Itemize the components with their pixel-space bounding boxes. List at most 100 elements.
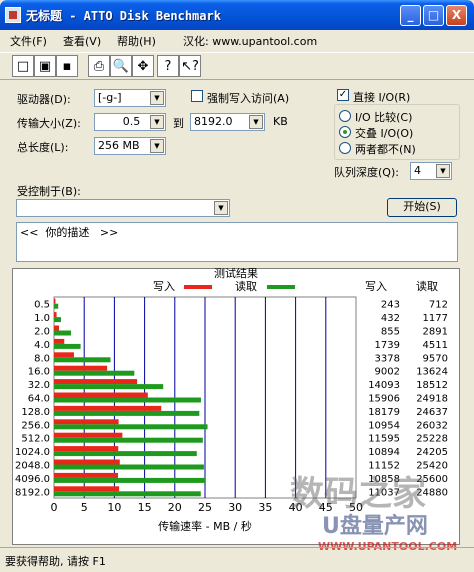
menu-view[interactable]: 查看(V): [63, 33, 101, 49]
chevron-down-icon: ▼: [249, 115, 263, 129]
neither-radio[interactable]: [339, 142, 351, 154]
write-bar: [54, 459, 120, 465]
open-icon[interactable]: ▣: [34, 55, 56, 77]
read-value-label: 25228: [416, 434, 448, 445]
context-help-icon[interactable]: ↖?: [179, 55, 201, 77]
read-value-label: 712: [429, 300, 448, 311]
y-tick-labels: 0.5 1.0 2.0 4.0 8.0 16.0 32.0 64.0 128.0 256.0 512…: [15, 300, 50, 499]
read-bar: [54, 424, 208, 430]
queue-depth-select[interactable]: 4 ▼: [410, 162, 452, 180]
read-bar: [54, 437, 203, 443]
write-column-header: 写入: [365, 280, 387, 293]
read-bar: [54, 330, 72, 336]
x-tick-label: 30: [228, 501, 242, 514]
total-length-select[interactable]: 256 MB ▼: [94, 137, 166, 155]
write-value-label: 10954: [368, 420, 400, 431]
y-tick-label: 128.0: [21, 407, 50, 418]
read-value-label: 13624: [416, 367, 448, 378]
read-value-label: 24918: [416, 394, 448, 405]
drive-select[interactable]: [-g-] ▼: [94, 89, 166, 107]
y-tick-label: 8192.0: [15, 487, 50, 498]
y-tick-label: 512.0: [21, 434, 50, 445]
write-bar: [54, 432, 123, 438]
chevron-down-icon: ▼: [150, 91, 164, 105]
x-tick-label: 15: [138, 501, 152, 514]
read-bar: [54, 384, 164, 390]
total-length-label: 总长度(L):: [17, 141, 69, 154]
transfer-from-select[interactable]: 0.5 ▼: [94, 113, 166, 131]
overlap-io-radio[interactable]: [339, 126, 351, 138]
minimize-button[interactable]: _: [400, 5, 421, 26]
y-tick-label: 4096.0: [15, 474, 50, 485]
read-bar: [54, 370, 135, 376]
menu-file[interactable]: 文件(F): [10, 33, 47, 49]
bars: [54, 298, 208, 497]
read-bar: [54, 357, 111, 363]
x-tick-label: 35: [258, 501, 272, 514]
move-icon[interactable]: ✥: [132, 55, 154, 77]
status-text: 要获得帮助, 请按 F1: [5, 555, 106, 568]
save-icon[interactable]: ▪: [56, 55, 78, 77]
x-tick-label: 20: [168, 501, 182, 514]
neither-label: 两者都不(N): [355, 143, 416, 156]
chevron-down-icon: ▼: [436, 164, 450, 178]
io-compare-label: I/O 比较(C): [355, 111, 413, 124]
read-bar: [54, 451, 197, 457]
x-tick-label: 5: [81, 501, 88, 514]
read-bar: [54, 343, 81, 349]
y-tick-label: 64.0: [28, 394, 50, 405]
y-tick-label: 16.0: [28, 367, 50, 378]
overlap-io-label: 交叠 I/O(O): [355, 127, 414, 140]
force-write-checkbox[interactable]: [191, 90, 203, 102]
legend-write-label: 写入: [153, 280, 175, 293]
y-tick-label: 1.0: [34, 313, 50, 324]
legend-read-swatch: [267, 285, 295, 289]
write-bar: [54, 338, 65, 344]
transfer-from-value: 0.5: [122, 115, 141, 128]
write-bar: [54, 312, 57, 318]
transfer-to-value: 8192.0: [194, 115, 233, 128]
transfer-to-select[interactable]: 8192.0 ▼: [190, 113, 265, 131]
read-value-label: 24205: [416, 447, 448, 458]
chevron-down-icon: ▼: [150, 139, 164, 153]
read-value-label: 9570: [423, 353, 448, 364]
close-button[interactable]: X: [446, 5, 467, 26]
print-preview-icon[interactable]: 🔍: [110, 55, 132, 77]
read-bar: [54, 491, 201, 497]
write-value-label: 11595: [368, 434, 400, 445]
write-bar: [54, 365, 108, 371]
controlled-by-label: 受控制于(B):: [17, 185, 81, 198]
write-value-label: 14093: [368, 380, 400, 391]
transfer-unit: KB: [273, 115, 288, 128]
force-write-label: 强制写入访问(A): [207, 92, 290, 105]
start-button[interactable]: 开始(S): [387, 198, 457, 217]
y-tick-label: 1024.0: [15, 447, 50, 458]
menu-help[interactable]: 帮助(H): [117, 33, 156, 49]
app-icon: [5, 7, 21, 23]
write-bar: [54, 298, 56, 304]
legend-write-swatch: [184, 285, 212, 289]
drive-label: 驱动器(D):: [17, 93, 71, 106]
maximize-button[interactable]: □: [423, 5, 444, 26]
read-value-label: 24637: [416, 407, 448, 418]
new-icon[interactable]: □: [12, 55, 34, 77]
print-icon[interactable]: ⎙: [88, 55, 110, 77]
window-title: 无标题 - ATTO Disk Benchmark: [26, 9, 221, 23]
read-bar: [54, 317, 61, 323]
read-value-label: 1177: [423, 313, 448, 324]
legend-read-label: 读取: [235, 279, 257, 293]
chevron-down-icon: ▼: [150, 115, 164, 129]
write-value-label: 10894: [368, 447, 400, 458]
write-value-label: 3378: [375, 353, 400, 364]
write-bar: [54, 325, 60, 331]
read-value-label: 18512: [416, 380, 448, 391]
controlled-by-select[interactable]: ▼: [16, 199, 230, 217]
direct-io-checkbox[interactable]: ✓: [337, 89, 349, 101]
read-value-label: 4511: [423, 340, 448, 351]
menu-credit: 汉化: www.upantool.com: [183, 35, 318, 48]
queue-depth-label: 队列深度(Q):: [334, 166, 399, 179]
description-text: << 你的描述 >>: [20, 226, 119, 239]
help-icon[interactable]: ?: [157, 55, 179, 77]
io-compare-radio[interactable]: [339, 110, 351, 122]
write-value-label: 9002: [375, 367, 400, 378]
